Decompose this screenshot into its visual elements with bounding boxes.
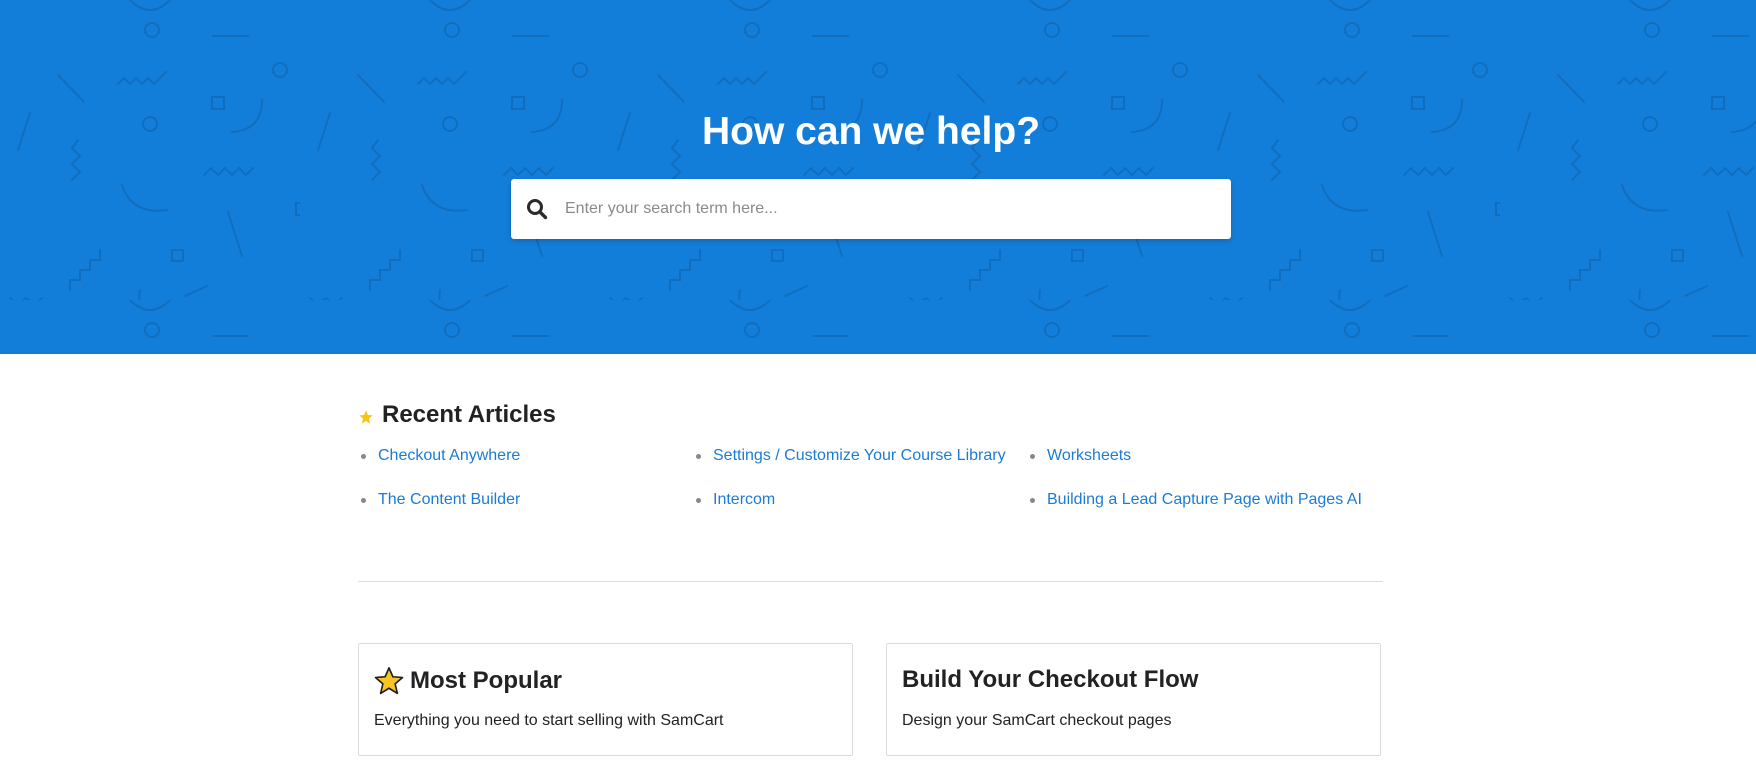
recent-articles-heading: Recent Articles [382,401,556,428]
bullet [1030,497,1035,503]
article-link-worksheets[interactable]: Worksheets [1047,447,1131,465]
article-link-intercom[interactable]: Intercom [713,491,775,509]
article-link-content-builder[interactable]: The Content Builder [378,491,520,509]
list-item: Checkout Anywhere [358,444,520,468]
search-input[interactable] [563,188,1231,230]
recent-articles-list: Checkout Anywhere Settings / Customize Y… [358,444,1383,534]
list-item: Settings / Customize Your Course Library [693,444,1006,468]
card-title: Build Your Checkout Flow [902,666,1198,694]
bullet [361,497,366,503]
bullet [696,453,701,459]
card-title-text: Build Your Checkout Flow [902,666,1199,693]
card-title-text: Most Popular [410,667,563,694]
hero-pattern-background [0,0,1756,354]
star-icon [358,409,374,425]
search-bar[interactable] [511,179,1231,239]
category-card-build-checkout-flow[interactable]: Build Your Checkout Flow Design your Sam… [886,643,1381,756]
article-link-settings-customize-course-library[interactable]: Settings / Customize Your Course Library [713,447,1006,465]
category-card-most-popular[interactable]: Most Popular Everything you need to star… [358,643,853,756]
card-description: Everything you need to start selling wit… [374,712,724,729]
article-link-checkout-anywhere[interactable]: Checkout Anywhere [378,447,520,465]
list-item: Building a Lead Capture Page with Pages … [1027,488,1362,512]
bullet [1030,453,1035,459]
star-emoji-icon [374,666,404,696]
section-divider [358,581,1383,582]
recent-articles-header: Recent Articles [358,397,1383,433]
hero-banner: How can we help? [0,0,1756,354]
list-item: Worksheets [1027,444,1131,468]
page-title: How can we help? [701,110,1041,153]
list-item: The Content Builder [358,488,520,512]
bullet [361,453,366,459]
card-title: Most Popular [374,666,562,696]
article-link-lead-capture-pages-ai[interactable]: Building a Lead Capture Page with Pages … [1047,491,1362,509]
card-description: Design your SamCart checkout pages [902,712,1172,729]
search-icon [526,198,548,220]
bullet [696,497,701,503]
list-item: Intercom [693,488,775,512]
recent-articles-section: Recent Articles Checkout Anywhere Settin… [358,397,1383,508]
